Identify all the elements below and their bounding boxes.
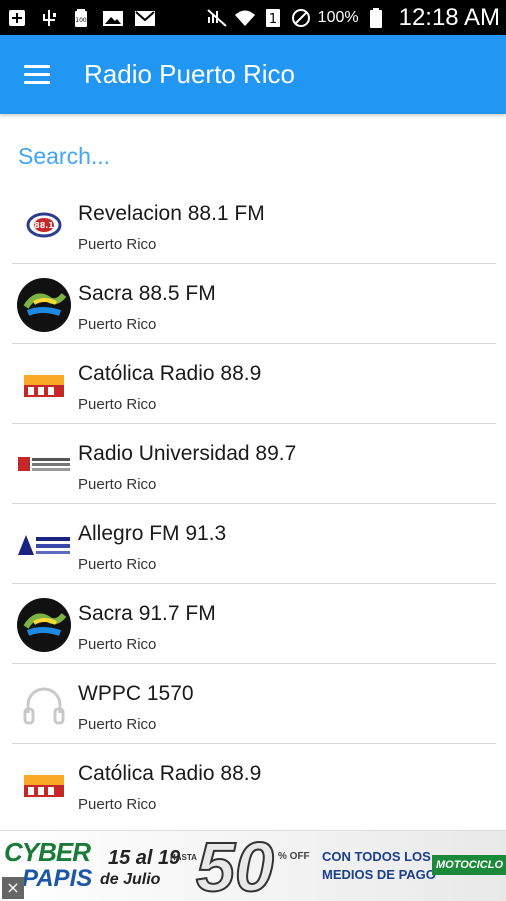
ad-off: % OFF bbox=[278, 851, 310, 862]
station-name: Allegro FM 91.3 bbox=[78, 522, 227, 545]
ad-banner[interactable]: CYBER PAPIS 15 al 19 de Julio HASTA 50 %… bbox=[0, 830, 506, 901]
station-name: Radio Universidad 89.7 bbox=[78, 442, 297, 465]
add-icon bbox=[6, 8, 28, 28]
station-logo: 88.1 bbox=[16, 197, 72, 253]
status-bar: 100 1 100% 12:18 AM bbox=[0, 0, 506, 35]
station-row[interactable]: Sacra 88.5 FM Puerto Rico bbox=[12, 264, 496, 344]
ad-percent: 50 bbox=[195, 830, 275, 901]
station-row[interactable]: Sacra 91.7 FM Puerto Rico bbox=[12, 584, 496, 664]
app-title: Radio Puerto Rico bbox=[84, 59, 295, 89]
station-name: Sacra 88.5 FM bbox=[78, 282, 216, 305]
battery-small-icon: 100 bbox=[70, 8, 92, 28]
station-logo bbox=[16, 437, 72, 493]
station-logo bbox=[16, 757, 72, 813]
station-name: WPPC 1570 bbox=[78, 682, 194, 705]
ad-line-1: CON TODOS LOS bbox=[322, 849, 431, 864]
station-location: Puerto Rico bbox=[78, 316, 157, 333]
station-location: Puerto Rico bbox=[78, 716, 157, 733]
station-name: Católica Radio 88.9 bbox=[78, 362, 262, 385]
station-location: Puerto Rico bbox=[78, 396, 157, 413]
headphones-icon bbox=[16, 677, 72, 733]
station-row[interactable]: Católica Radio 88.9 Puerto Rico bbox=[12, 344, 496, 424]
battery-percent: 100% bbox=[317, 8, 359, 26]
station-logo bbox=[16, 517, 72, 573]
menu-icon[interactable] bbox=[24, 61, 56, 89]
station-list: 88.1 Revelacion 88.1 FM Puerto Rico Sacra 8… bbox=[12, 184, 496, 824]
app-bar: Radio Puerto Rico bbox=[0, 35, 506, 114]
search-input[interactable]: Search... bbox=[18, 137, 488, 175]
ad-month: de Julio bbox=[100, 871, 161, 888]
station-row[interactable]: 88.1 Revelacion 88.1 FM Puerto Rico bbox=[12, 184, 496, 264]
image-icon bbox=[102, 8, 124, 28]
gmail-icon bbox=[134, 8, 156, 28]
wifi-icon bbox=[234, 8, 256, 28]
station-location: Puerto Rico bbox=[78, 556, 157, 573]
station-name: Sacra 91.7 FM bbox=[78, 602, 216, 625]
ad-until: HASTA bbox=[170, 853, 197, 862]
station-row[interactable]: Allegro FM 91.3 Puerto Rico bbox=[12, 504, 496, 584]
ad-brand-bottom: PAPIS bbox=[22, 865, 93, 892]
ad-close-button[interactable]: × bbox=[2, 877, 24, 899]
station-logo bbox=[16, 597, 72, 653]
battery-icon bbox=[365, 7, 387, 28]
station-row[interactable]: Católica Radio 88.9 Puerto Rico bbox=[12, 744, 496, 824]
station-location: Puerto Rico bbox=[78, 236, 157, 253]
svg-text:1: 1 bbox=[269, 12, 277, 27]
station-location: Puerto Rico bbox=[78, 476, 157, 493]
usb-icon bbox=[38, 8, 60, 28]
mute-icon bbox=[206, 8, 228, 28]
svg-text:88.1: 88.1 bbox=[34, 221, 54, 230]
clock: 12:18 AM bbox=[398, 3, 500, 31]
station-row[interactable]: WPPC 1570 Puerto Rico bbox=[12, 664, 496, 744]
svg-text:100: 100 bbox=[75, 17, 87, 24]
station-logo bbox=[16, 357, 72, 413]
station-name: Revelacion 88.1 FM bbox=[78, 202, 265, 225]
ad-line-2: MEDIOS DE PAGO bbox=[322, 867, 436, 882]
ad-store: MOTOCICLO bbox=[432, 855, 506, 875]
blocked-icon bbox=[290, 8, 312, 28]
station-row[interactable]: Radio Universidad 89.7 Puerto Rico bbox=[12, 424, 496, 504]
ad-brand-top: CYBER bbox=[4, 837, 91, 867]
station-name: Católica Radio 88.9 bbox=[78, 762, 262, 785]
sim-icon: 1 bbox=[262, 8, 284, 28]
station-logo bbox=[16, 277, 72, 333]
station-location: Puerto Rico bbox=[78, 796, 157, 813]
station-location: Puerto Rico bbox=[78, 636, 157, 653]
